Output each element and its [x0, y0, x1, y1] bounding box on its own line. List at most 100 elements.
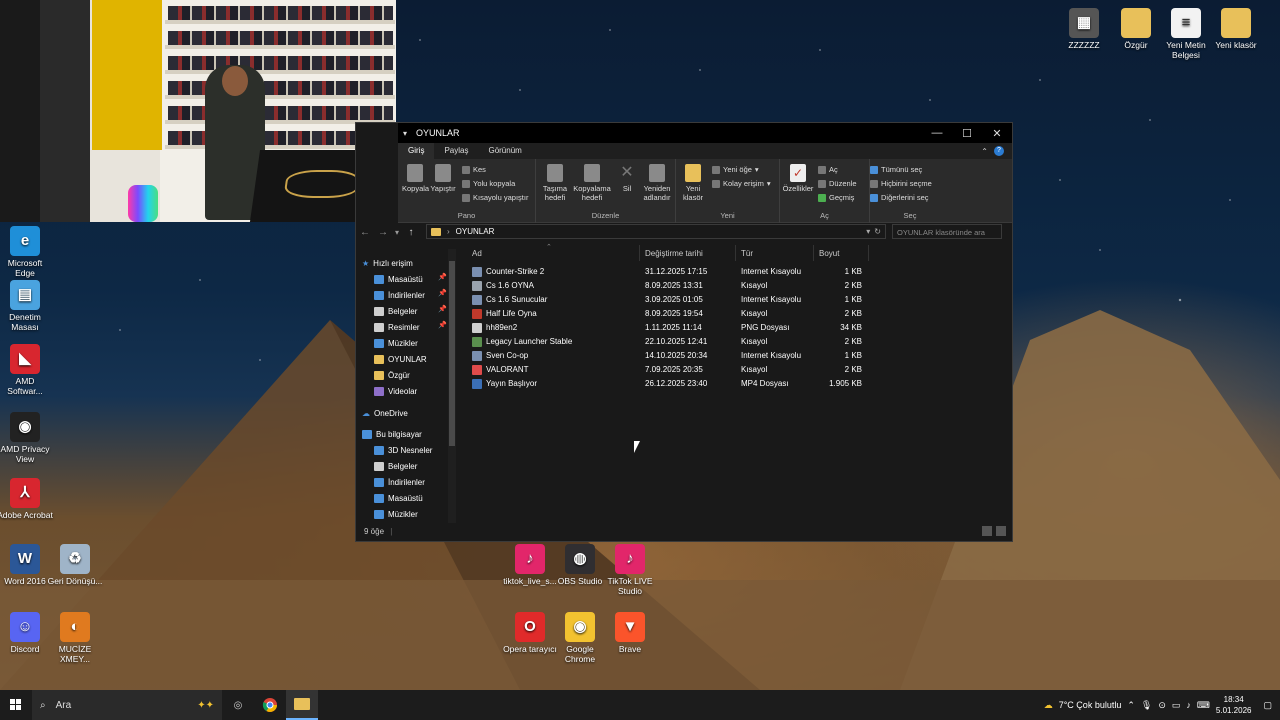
delete-button[interactable]: ✕ Sil [616, 164, 638, 193]
history-button[interactable]: Geçmiş [818, 193, 854, 202]
forward-arrow-icon[interactable]: → [374, 227, 392, 238]
back-arrow-icon[interactable]: ← [356, 227, 374, 238]
start-button[interactable] [0, 690, 32, 720]
quick-access-toolbar-icon[interactable]: ▾ [398, 129, 412, 138]
nav-pc-item-i̇ndirilenler[interactable]: İndirilenler [374, 474, 425, 490]
nav-scrollbar[interactable] [448, 249, 456, 527]
column-size[interactable]: Boyut [819, 249, 839, 258]
select-none-button[interactable]: Hiçbirini seçme [870, 179, 932, 188]
up-arrow-icon[interactable]: ↑ [402, 227, 420, 238]
nav-this-pc[interactable]: Bu bilgisayar [362, 426, 422, 442]
nav-item-videolar[interactable]: Videolar [374, 383, 417, 399]
chevron-up-icon[interactable]: ⌃ [1127, 700, 1135, 711]
properties-button[interactable]: ✓ Özellikler [782, 164, 814, 193]
desktop-icon-microsoft-edge[interactable]: e Microsoft Edge [0, 226, 53, 278]
nav-scroll-thumb[interactable] [449, 261, 455, 446]
rename-button[interactable]: Yeniden adlandır [640, 164, 674, 202]
nav-onedrive[interactable]: ☁ OneDrive [362, 405, 408, 421]
file-row[interactable]: VALORANT 7.09.2025 20:35 Kısayol 2 KB [464, 363, 1012, 377]
nav-item-masaüstü[interactable]: Masaüstü [374, 271, 423, 287]
desktop-icon-tiktok-live-s[interactable]: ♪ tiktok_live_s... [502, 544, 558, 586]
recent-chevron-icon[interactable]: ▾ [392, 228, 402, 237]
display-icon[interactable]: ▭ [1172, 700, 1181, 711]
network-icon[interactable]: ⊙ [1158, 700, 1166, 711]
taskbar-app-generic[interactable]: ◎ [222, 690, 254, 720]
desktop-icon-word-2016[interactable]: W Word 2016 [0, 544, 53, 586]
desktop-icon-muci-ze-xmey[interactable]: ◐ MUCİZE XMEY... [47, 612, 103, 664]
file-row[interactable]: hh89en2 1.11.2025 11:14 PNG Dosyası 34 KB [464, 321, 1012, 335]
title-bar[interactable]: ▾ OYUNLAR — ☐ ✕ [398, 123, 1012, 143]
nav-item-resimler[interactable]: Resimler [374, 319, 420, 335]
column-name[interactable]: Ad [472, 249, 482, 258]
desktop-icon-discord[interactable]: ☺ Discord [0, 612, 53, 654]
move-to-button[interactable]: Taşıma hedefi [540, 164, 570, 202]
tab-giris[interactable]: Giriş [398, 143, 435, 159]
address-dropdown-icon[interactable]: ▾ [866, 227, 870, 236]
nav-quick-access[interactable]: ★ Hızlı erişim [362, 255, 413, 271]
details-view-icon[interactable] [982, 526, 992, 536]
refresh-icon[interactable]: ↻ [874, 227, 881, 236]
copy-path-button[interactable]: Yolu kopyala [462, 179, 515, 188]
file-row[interactable]: Sven Co-op 14.10.2025 20:34 Internet Kısay… [464, 349, 1012, 363]
open-button[interactable]: Aç [818, 165, 838, 174]
tab-paylas[interactable]: Paylaş [434, 143, 478, 159]
nav-item-i̇ndirilenler[interactable]: İndirilenler [374, 287, 425, 303]
nav-item-müzikler[interactable]: Müzikler [374, 335, 418, 351]
file-row[interactable]: Counter-Strike 2 31.12.2025 17:15 Internet… [464, 265, 1012, 279]
desktop-icon-yeni-metin-belgesi[interactable]: ≡ Yeni Metin Belgesi [1158, 8, 1214, 60]
desktop-icon-adobe-acrobat[interactable]: ⅄ Adobe Acrobat [0, 478, 53, 520]
desktop-icon-özgür[interactable]: Özgür [1108, 8, 1164, 50]
close-icon[interactable]: ✕ [982, 123, 1012, 143]
address-bar[interactable]: › OYUNLAR ▾ ↻ [426, 224, 886, 239]
clock[interactable]: 18:34 5.01.2026 [1216, 694, 1252, 716]
desktop-icon-amd-privacy-view[interactable]: ◉ AMD Privacy View [0, 412, 53, 464]
weather-text[interactable]: 7°C Çok bulutlu [1059, 700, 1122, 710]
taskbar-chrome[interactable] [254, 690, 286, 720]
maximize-icon[interactable]: ☐ [952, 123, 982, 143]
desktop-icon-zzzzzz[interactable]: ▦ ZZZZZZ [1056, 8, 1112, 50]
nav-pc-item-müzikler[interactable]: Müzikler [374, 506, 418, 522]
taskbar-file-explorer[interactable] [286, 690, 318, 720]
easy-access-button[interactable]: Kolay erişim ▾ [712, 179, 771, 188]
breadcrumb-current[interactable]: OYUNLAR [456, 227, 495, 236]
desktop-icon-obs-studio[interactable]: ◍ OBS Studio [552, 544, 608, 586]
nav-pc-item-masaüstü[interactable]: Masaüstü [374, 490, 423, 506]
desktop-icon-google-chrome[interactable]: ◉ Google Chrome [552, 612, 608, 664]
file-row[interactable]: Legacy Launcher Stable 22.10.2025 12:41 Kı… [464, 335, 1012, 349]
desktop-icon-tiktok-live-studio[interactable]: ♪ TikTok LIVE Studio [602, 544, 658, 596]
file-explorer-window[interactable]: ▾ OYUNLAR — ☐ ✕ Giriş Paylaş Görünüm ⌃ ?… [355, 122, 1013, 542]
desktop-icon-amd-softwar[interactable]: ◣ AMD Softwar... [0, 344, 53, 396]
desktop-icon-opera-tarayıcı[interactable]: O Opera tarayıcı [502, 612, 558, 654]
nav-item-oyunlar[interactable]: OYUNLAR [374, 351, 427, 367]
language-icon[interactable]: ⌨ [1197, 700, 1210, 711]
notifications-icon[interactable]: ▢ [1263, 700, 1272, 711]
paste-shortcut-button[interactable]: Kısayolu yapıştır [462, 193, 528, 202]
copy-to-button[interactable]: Kopyalama hedefi [572, 164, 612, 202]
taskbar-search[interactable]: ⌕ Ara ✦✦ [32, 690, 222, 720]
desktop-icon-geri-dönüşü[interactable]: ♻ Geri Dönüşü... [47, 544, 103, 586]
microphone-icon[interactable]: 🎙 [1141, 700, 1152, 711]
paste-button[interactable]: Yapıştır [430, 164, 456, 193]
desktop-icon-brave[interactable]: ▼ Brave [602, 612, 658, 654]
cut-button[interactable]: Kes [462, 165, 486, 174]
column-date[interactable]: Değiştirme tarihi [645, 249, 703, 258]
file-row[interactable]: Yayın Başlıyor 26.12.2025 23:40 MP4 Dosyas… [464, 377, 1012, 391]
file-row[interactable]: Cs 1.6 OYNA 8.09.2025 13:31 Kısayol 2 KB [464, 279, 1012, 293]
nav-pc-item-3d-nesneler[interactable]: 3D Nesneler [374, 442, 432, 458]
large-icons-view-icon[interactable] [996, 526, 1006, 536]
copy-button[interactable]: Kopyala [402, 164, 429, 193]
help-icon[interactable]: ? [994, 146, 1004, 156]
search-input[interactable]: OYUNLAR klasöründe ara [892, 224, 1002, 239]
select-all-button[interactable]: Tümünü seç [870, 165, 922, 174]
edit-button[interactable]: Düzenle [818, 179, 857, 188]
file-row[interactable]: Cs 1.6 Sunucular 3.09.2025 01:05 Internet … [464, 293, 1012, 307]
file-row[interactable]: Half Life Oyna 8.09.2025 19:54 Kısayol 2 KB [464, 307, 1012, 321]
new-item-button[interactable]: Yeni öğe ▾ [712, 165, 759, 174]
nav-item-belgeler[interactable]: Belgeler [374, 303, 417, 319]
desktop-icon-yeni-klasör[interactable]: Yeni klasör [1208, 8, 1264, 50]
invert-selection-button[interactable]: Diğerlerini seç [870, 193, 929, 202]
nav-pc-item-belgeler[interactable]: Belgeler [374, 458, 417, 474]
minimize-icon[interactable]: — [922, 123, 952, 143]
tab-gorunum[interactable]: Görünüm [478, 143, 531, 159]
new-folder-button[interactable]: Yeni klasör [680, 164, 706, 202]
